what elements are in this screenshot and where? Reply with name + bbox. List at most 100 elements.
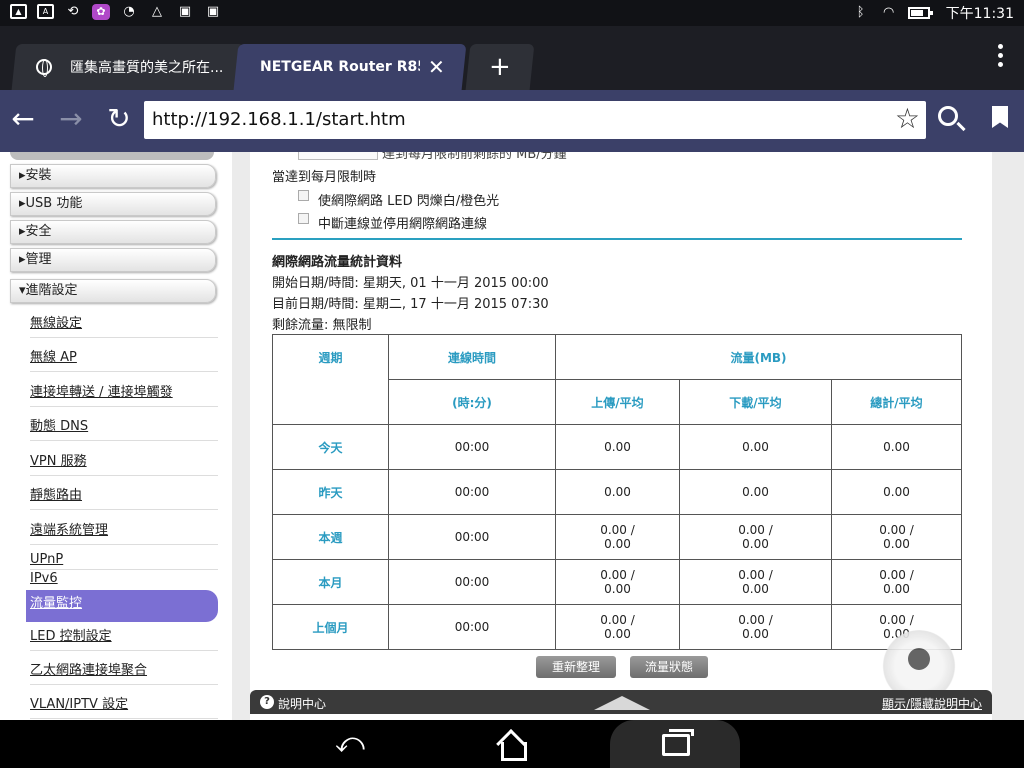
table-row: 昨天 00:00 0.00 0.00 0.00: [272, 469, 962, 515]
tab-gallery[interactable]: 匯集高畫質的美之所在...: [11, 44, 245, 90]
refresh-button[interactable]: 重新整理: [536, 656, 616, 678]
system-icons: ᛒ ◠ 下午11:31: [852, 3, 1014, 23]
total-cell-value: 0.00: [883, 440, 910, 454]
bookmark-icon[interactable]: [992, 106, 1008, 128]
recents-icon: [662, 729, 694, 756]
expand-arrow-icon[interactable]: [594, 696, 650, 710]
sidebar-item-led-control[interactable]: LED 控制設定: [30, 625, 218, 651]
close-icon[interactable]: ✕: [428, 55, 445, 79]
menu-section-usb[interactable]: ▸USB 功能: [10, 192, 216, 216]
download-cell: 0.00: [679, 424, 832, 470]
total-cell: 0.00 /0.00: [831, 559, 962, 605]
toggle-help-link[interactable]: 顯示/隱藏說明中心: [882, 695, 982, 712]
period-cell-value: 上個月: [312, 620, 349, 635]
help-center-label: 說明中心: [278, 697, 327, 711]
sidebar-item-wireless-settings[interactable]: 無線設定: [30, 312, 218, 338]
sidebar-item-traffic-meter[interactable]: 流量監控: [26, 590, 218, 622]
sidebar-item-ipv6[interactable]: IPv6: [30, 571, 218, 592]
sidebar-item-vpn[interactable]: VPN 服務: [30, 450, 218, 476]
address-bar[interactable]: http://192.168.1.1/start.htm ☆: [144, 101, 926, 139]
menu-section-admin[interactable]: ▸管理: [10, 248, 216, 272]
sidebar-item-static-routes[interactable]: 靜態路由: [30, 484, 218, 510]
sidebar-item-link-aggregation[interactable]: 乙太網路連接埠聚合: [30, 659, 218, 685]
header-traffic: 流量(MB): [555, 334, 962, 380]
period-cell-value: 本月: [318, 575, 343, 590]
clock: 下午11:31: [945, 6, 1014, 22]
led-blink-label: 使網際網路 LED 閃爍白/橙色光: [318, 194, 500, 209]
minutes-remaining-input[interactable]: [298, 152, 378, 160]
table-row: 本週 00:00 0.00 /0.00 0.00 /0.00 0.00 /0.00: [272, 514, 962, 560]
disconnect-checkbox[interactable]: [298, 213, 309, 224]
total-cell-value: 0.00: [883, 537, 910, 551]
stats-title: 網際網路流量統計資料: [272, 255, 403, 270]
sidebar-item-dynamic-dns[interactable]: 動態 DNS: [30, 415, 218, 441]
menu-section-advanced[interactable]: ▾進階設定: [10, 279, 216, 303]
menu-section-setup[interactable]: ▸安裝: [10, 164, 216, 188]
download-cell-value: 0.00: [742, 485, 769, 499]
connection-time-cell: 00:00: [388, 559, 556, 605]
download-cell-value: 0.00 /: [738, 613, 773, 627]
download-cell-value: 0.00: [742, 537, 769, 551]
menu-section-security[interactable]: ▸安全: [10, 220, 216, 244]
reload-icon[interactable]: ↻: [102, 103, 136, 137]
camera-icon: ▣: [178, 4, 192, 19]
total-cell-value: 0.00: [883, 485, 910, 499]
photo-icon: ▣: [206, 4, 220, 19]
upload-cell-value: 0.00: [604, 440, 631, 454]
sidebar-item-vlan-iptv[interactable]: VLAN/IPTV 設定: [30, 693, 218, 719]
sidebar-item-port-forwarding[interactable]: 連接埠轉送 / 連接埠觸發: [30, 381, 218, 407]
table-row: 今天 00:00 0.00 0.00 0.00: [272, 424, 962, 470]
limit-heading: 當達到每月限制時: [272, 170, 377, 185]
connection-time-cell-value: 00:00: [454, 485, 490, 499]
period-cell: 昨天: [272, 469, 389, 515]
app-icon: ✿: [92, 4, 110, 20]
main-content: 達到每月限制前剩餘的 MB/分鐘 當達到每月限制時 使網際網路 LED 閃爍白/…: [250, 152, 992, 720]
total-cell: 0.00: [831, 424, 962, 470]
asus-icon: A: [37, 4, 54, 19]
warning-icon: △: [152, 4, 162, 19]
sidebar-item-remote-management[interactable]: 遠端系統管理: [30, 519, 218, 545]
header-download: 下載/平均: [679, 379, 832, 425]
battery-icon: [907, 7, 933, 19]
header-upload: 上傳/平均: [555, 379, 680, 425]
traffic-status-button[interactable]: 流量狀態: [630, 656, 708, 678]
home-icon[interactable]: [496, 730, 527, 761]
wifi-icon: ◠: [882, 5, 895, 20]
total-cell-value: 0.00 /: [879, 523, 914, 537]
period-cell: 本週: [272, 514, 389, 560]
tab-netgear-router[interactable]: NETGEAR Router R85... ✕: [233, 44, 467, 90]
sidebar-item-upnp[interactable]: UPnP: [30, 552, 218, 570]
remaining-traffic: 剩餘流量: 無限制: [272, 318, 372, 333]
upload-cell: 0.00 /0.00: [555, 604, 680, 650]
total-cell-value: 0.00 /: [879, 613, 914, 627]
back-icon[interactable]: ⤺: [330, 726, 370, 762]
connection-time-cell-value: 00:00: [454, 575, 490, 589]
new-tab-button[interactable]: +: [465, 44, 535, 90]
overflow-menu-icon[interactable]: [998, 44, 1004, 71]
tab-title: 匯集高畫質的美之所在...: [70, 60, 224, 76]
traffic-stats-table: 週期 連線時間 流量(MB) (時:分) 上傳/平均 下載/平均 總計/平均 今…: [272, 334, 962, 650]
download-cell: 0.00 /0.00: [679, 604, 832, 650]
download-cell-value: 0.00 /: [738, 523, 773, 537]
led-blink-checkbox[interactable]: [298, 190, 309, 201]
tab-title: NETGEAR Router R85...: [260, 59, 420, 75]
total-cell-value: 0.00: [883, 582, 910, 596]
table-row: 上個月 00:00 0.00 /0.00 0.00 /0.00 0.00 /0.00: [272, 604, 962, 650]
download-cell: 0.00 /0.00: [679, 559, 832, 605]
upload-cell-value: 0.00 /: [600, 568, 635, 582]
forward-arrow-icon[interactable]: →: [54, 103, 88, 137]
globe-icon: [36, 59, 52, 75]
upload-cell-value: 0.00: [604, 537, 631, 551]
star-icon[interactable]: ☆: [895, 104, 920, 134]
sidebar-item-wireless-ap[interactable]: 無線 AP: [30, 346, 218, 372]
search-icon[interactable]: [938, 106, 958, 126]
recents-button[interactable]: [610, 720, 740, 768]
bluetooth-icon: ᛒ: [856, 5, 865, 20]
screen: ▲ A ⟲ ✿ ◔ △ ▣ ▣ ᛒ ◠ 下午11:31 匯集高畫質的美之所在..…: [0, 0, 1024, 768]
connection-time-cell: 00:00: [388, 424, 556, 470]
period-cell-value: 本週: [318, 530, 343, 545]
table-row: 本月 00:00 0.00 /0.00 0.00 /0.00 0.00 /0.00: [272, 559, 962, 605]
back-arrow-icon[interactable]: ←: [6, 103, 40, 137]
total-cell: 0.00: [831, 469, 962, 515]
download-cell-value: 0.00: [742, 440, 769, 454]
